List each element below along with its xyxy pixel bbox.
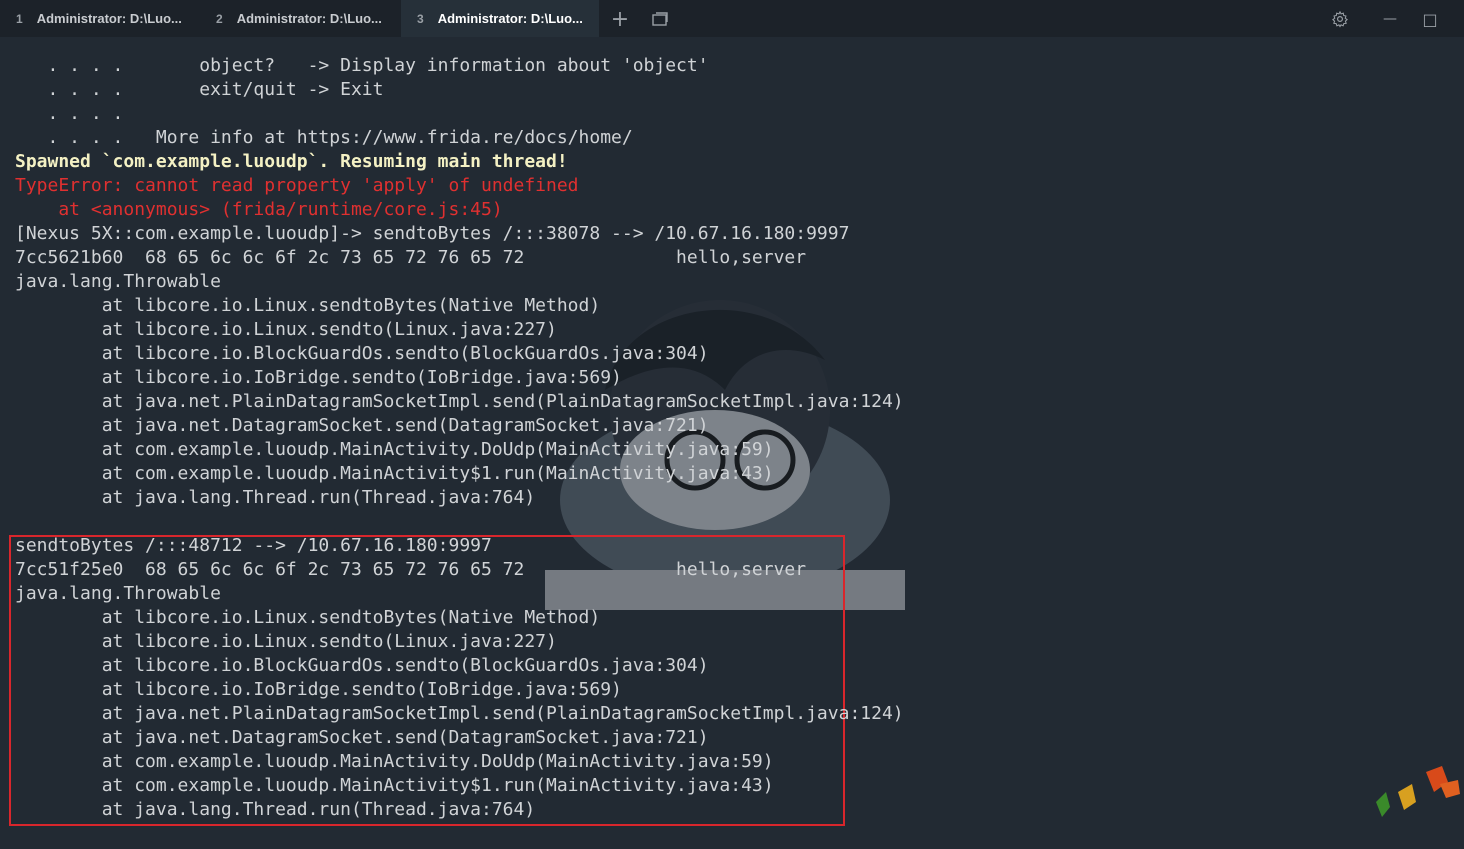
gear-icon[interactable] (1329, 8, 1351, 30)
terminal-line: at java.net.PlainDatagramSocketImpl.send… (15, 703, 904, 724)
terminal-line: Spawned `com.example.luoudp`. Resuming m… (15, 151, 568, 172)
tab-2[interactable]: 2 Administrator: D:\Luo... (200, 0, 398, 37)
terminal-line: 7cc51f25e0 68 65 6c 6c 6f 2c 73 65 72 76… (15, 559, 807, 580)
terminal-output[interactable]: . . . . object? -> Display information a… (0, 37, 1464, 849)
tab-title: Administrator: D:\Luo... (36, 11, 182, 26)
terminal-line: 7cc5621b60 68 65 6c 6c 6f 2c 73 65 72 76… (15, 247, 807, 268)
panel-icon[interactable] (649, 8, 671, 30)
terminal-line: [Nexus 5X::com.example.luoudp]-> sendtoB… (15, 223, 850, 244)
terminal-line: at libcore.io.IoBridge.sendto(IoBridge.j… (15, 679, 622, 700)
terminal-line: . . . . (15, 103, 124, 124)
terminal-line: at libcore.io.Linux.sendto(Linux.java:22… (15, 631, 557, 652)
terminal-line: at java.net.DatagramSocket.send(Datagram… (15, 727, 709, 748)
terminal-line: at java.lang.Thread.run(Thread.java:764) (15, 799, 536, 820)
tab-number: 3 (417, 11, 424, 26)
terminal-line: . . . . object? -> Display information a… (15, 55, 709, 76)
terminal-line: at libcore.io.Linux.sendto(Linux.java:22… (15, 319, 557, 340)
terminal-line: . . . . More info at https://www.frida.r… (15, 127, 633, 148)
tab-1[interactable]: 1 Administrator: D:\Luo... (0, 0, 198, 37)
terminal-line: at java.net.DatagramSocket.send(Datagram… (15, 415, 709, 436)
corner-stamp-logo (1376, 766, 1460, 817)
terminal-line: . . . . exit/quit -> Exit (15, 79, 384, 100)
tab-number: 2 (216, 11, 223, 26)
terminal-line: at java.net.PlainDatagramSocketImpl.send… (15, 391, 904, 412)
minimize-icon[interactable]: — (1379, 8, 1401, 30)
terminal-line: at com.example.luoudp.MainActivity$1.run… (15, 775, 774, 796)
tab-3[interactable]: 3 Administrator: D:\Luo... (401, 0, 599, 37)
terminal-line: at com.example.luoudp.MainActivity.DoUdp… (15, 751, 774, 772)
tab-title: Administrator: D:\Luo... (236, 11, 382, 26)
terminal-line: at com.example.luoudp.MainActivity.DoUdp… (15, 439, 774, 460)
tab-number: 1 (16, 11, 23, 26)
terminal-line: at java.lang.Thread.run(Thread.java:764) (15, 487, 536, 508)
terminal-line: at libcore.io.IoBridge.sendto(IoBridge.j… (15, 367, 622, 388)
terminal-line: at libcore.io.BlockGuardOs.sendto(BlockG… (15, 343, 709, 364)
terminal-line: java.lang.Throwable (15, 583, 221, 604)
new-tab-icon[interactable]: + (609, 7, 631, 32)
terminal-line: at com.example.luoudp.MainActivity$1.run… (15, 463, 774, 484)
terminal-line: at libcore.io.Linux.sendtoBytes(Native M… (15, 607, 601, 628)
terminal-line: java.lang.Throwable (15, 271, 221, 292)
maximize-icon[interactable]: □ (1419, 8, 1441, 30)
error-line: TypeError: cannot read property 'apply' … (15, 175, 579, 196)
terminal-line: at libcore.io.BlockGuardOs.sendto(BlockG… (15, 655, 709, 676)
terminal-line: sendtoBytes /:::48712 --> /10.67.16.180:… (15, 535, 492, 556)
error-line: at <anonymous> (frida/runtime/core.js:45… (15, 199, 503, 220)
title-bar: 1 Administrator: D:\Luo... 2 Administrat… (0, 0, 1464, 37)
terminal-line: at libcore.io.Linux.sendtoBytes(Native M… (15, 295, 601, 316)
tab-title: Administrator: D:\Luo... (437, 11, 583, 26)
